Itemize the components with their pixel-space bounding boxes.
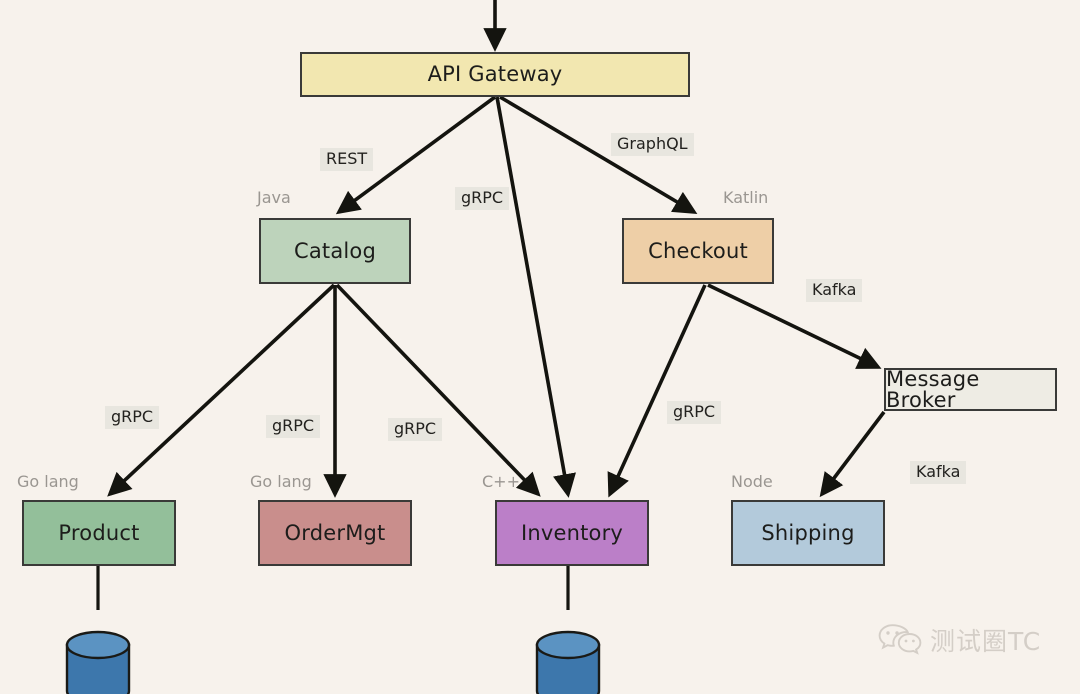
node-label: Checkout bbox=[648, 238, 748, 263]
node-checkout[interactable]: Checkout bbox=[622, 218, 774, 284]
node-product[interactable]: Product bbox=[22, 500, 176, 566]
edge-catalog-to-inventory bbox=[335, 283, 541, 497]
edge-layer bbox=[65, 0, 886, 694]
edge-label-kafka-shipping: Kafka bbox=[910, 461, 967, 484]
edge-label-grpc-catalog-order: gRPC bbox=[266, 415, 321, 438]
edge-label-graphql: GraphQL bbox=[611, 133, 694, 156]
language-label-shipping: Node bbox=[731, 472, 773, 491]
edge-broker-to-shipping bbox=[819, 410, 886, 498]
edge-gateway-to-inventory bbox=[495, 96, 576, 498]
node-label: Inventory bbox=[520, 520, 624, 545]
edge-label-grpc-checkout-inv: gRPC bbox=[667, 401, 722, 424]
node-message-broker[interactable]: Message Broker bbox=[884, 368, 1057, 411]
node-label: Catalog bbox=[293, 238, 377, 263]
edge-label-rest: REST bbox=[320, 148, 374, 171]
language-label-product: Go lang bbox=[17, 472, 79, 491]
edge-label-grpc-catalog-prod: gRPC bbox=[105, 406, 160, 429]
node-label: Shipping bbox=[761, 520, 855, 545]
node-inventory[interactable]: Inventory bbox=[495, 500, 649, 566]
node-catalog[interactable]: Catalog bbox=[259, 218, 411, 284]
node-shipping[interactable]: Shipping bbox=[731, 500, 885, 566]
language-label-ordermgt: Go lang bbox=[250, 472, 312, 491]
edge-label-grpc-catalog-inv: gRPC bbox=[388, 418, 443, 441]
language-label-checkout: Katlin bbox=[723, 188, 769, 207]
watermark-text: 测试圈TC bbox=[930, 627, 1042, 656]
db-body bbox=[65, 643, 131, 694]
database-product-db[interactable] bbox=[65, 630, 131, 694]
db-top bbox=[65, 630, 131, 660]
edge-label-grpc-gateway: gRPC bbox=[455, 187, 510, 210]
watermark: 测试圈TC bbox=[878, 622, 1041, 658]
node-api-gateway[interactable]: API Gateway bbox=[300, 52, 690, 97]
db-top bbox=[535, 630, 601, 660]
node-label: OrderMgt bbox=[284, 520, 386, 545]
node-label: API Gateway bbox=[427, 62, 563, 86]
language-label-inventory: C++ bbox=[482, 472, 520, 491]
db-body bbox=[535, 643, 601, 694]
edge-label-kafka-checkout: Kafka bbox=[806, 279, 863, 302]
node-label: Product bbox=[58, 520, 140, 545]
node-label: Message Broker bbox=[886, 366, 980, 412]
database-inventory-db[interactable] bbox=[535, 630, 601, 694]
wechat-icon bbox=[878, 624, 922, 655]
edge-checkout-to-inventory bbox=[607, 284, 707, 498]
edge-catalog-to-product bbox=[107, 283, 336, 497]
diagram-canvas: API Gateway Catalog Checkout Message Broker… bbox=[0, 0, 1080, 694]
language-label-catalog: Java bbox=[257, 188, 291, 207]
node-ordermgt[interactable]: OrderMgt bbox=[258, 500, 412, 566]
